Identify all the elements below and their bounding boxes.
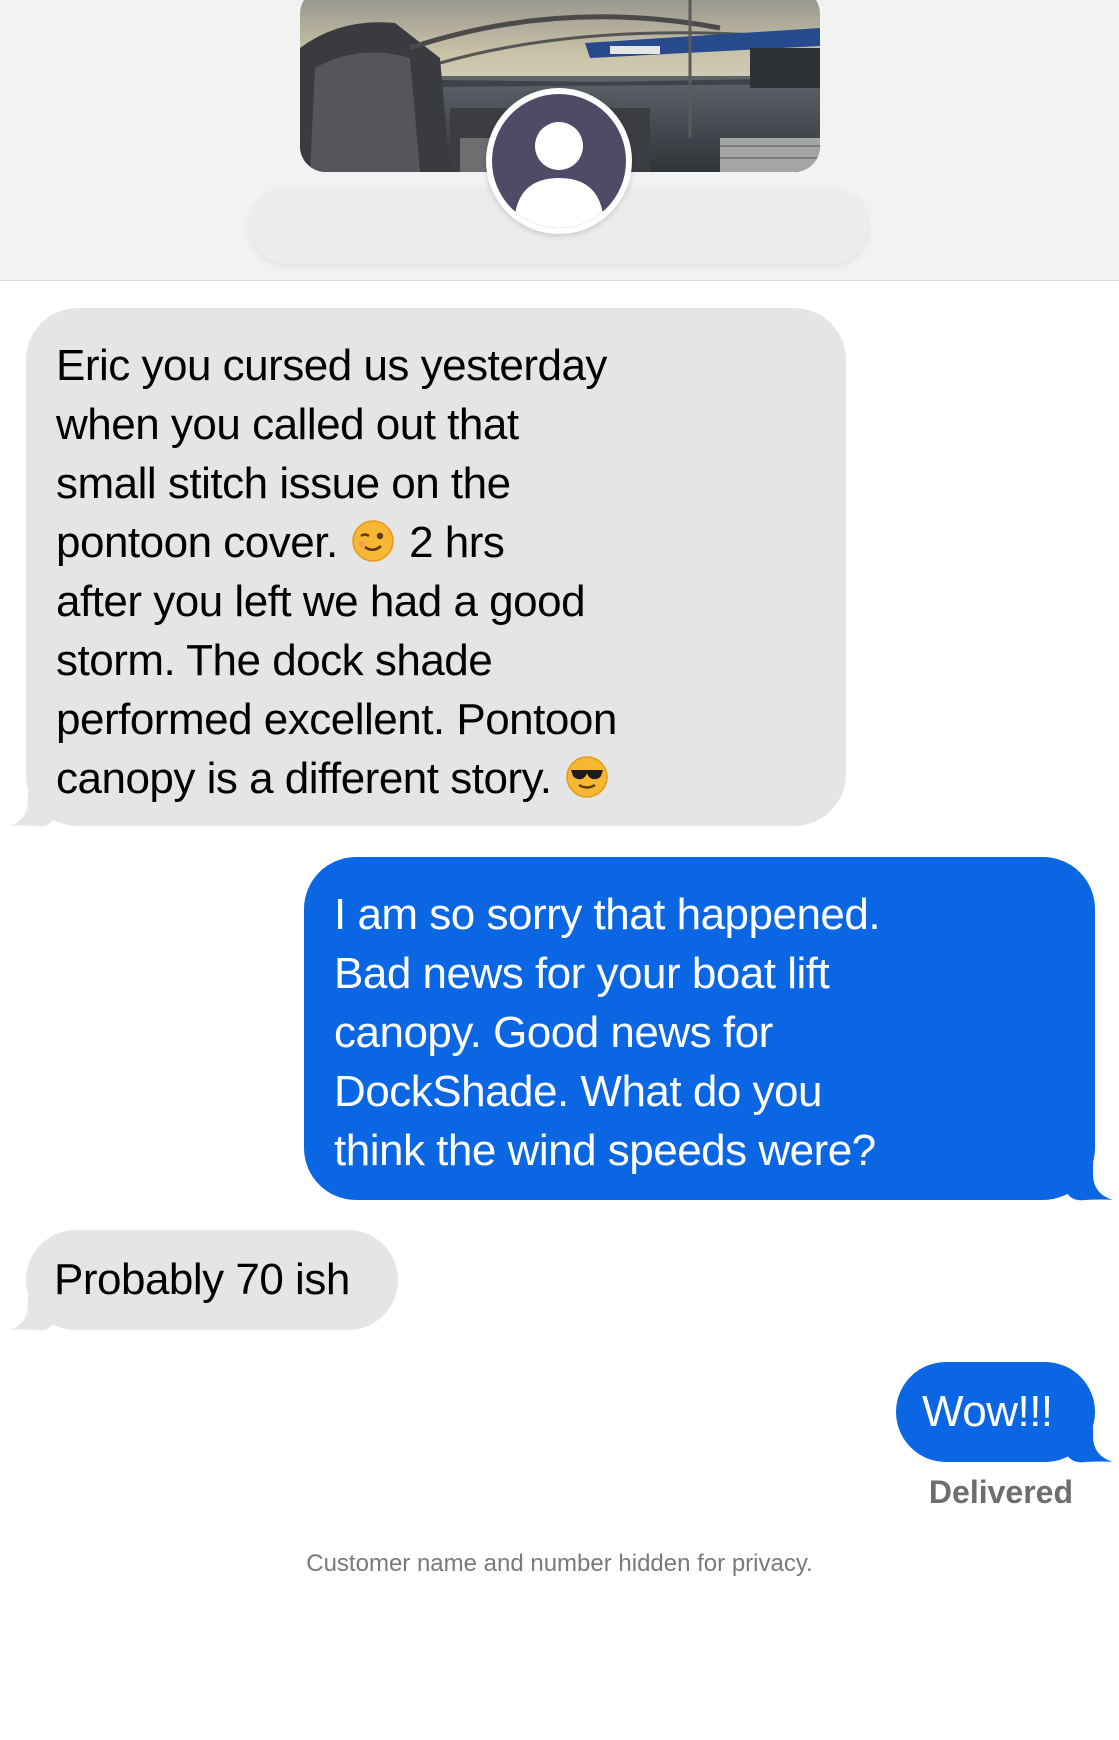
wink-emoji [351,519,395,563]
message-bubble-incoming[interactable]: Probably 70 ish [26,1230,398,1330]
message-bubble-incoming[interactable]: Eric you cursed us yesterday when you ca… [26,308,846,826]
message-bubble-outgoing[interactable]: I am so sorry that happened. Bad news fo… [304,857,1095,1200]
delivery-status: Delivered [928,1474,1073,1510]
privacy-note: Customer name and number hidden for priv… [306,1550,813,1577]
message-text: Eric you cursed us yesterday when you ca… [56,341,607,567]
conversation-header [0,0,1119,281]
contact-avatar[interactable] [486,88,632,234]
person-silhouette-icon [492,94,626,228]
message-bubble-outgoing[interactable]: Wow!!! [896,1362,1095,1462]
sunglasses-emoji [565,755,609,799]
